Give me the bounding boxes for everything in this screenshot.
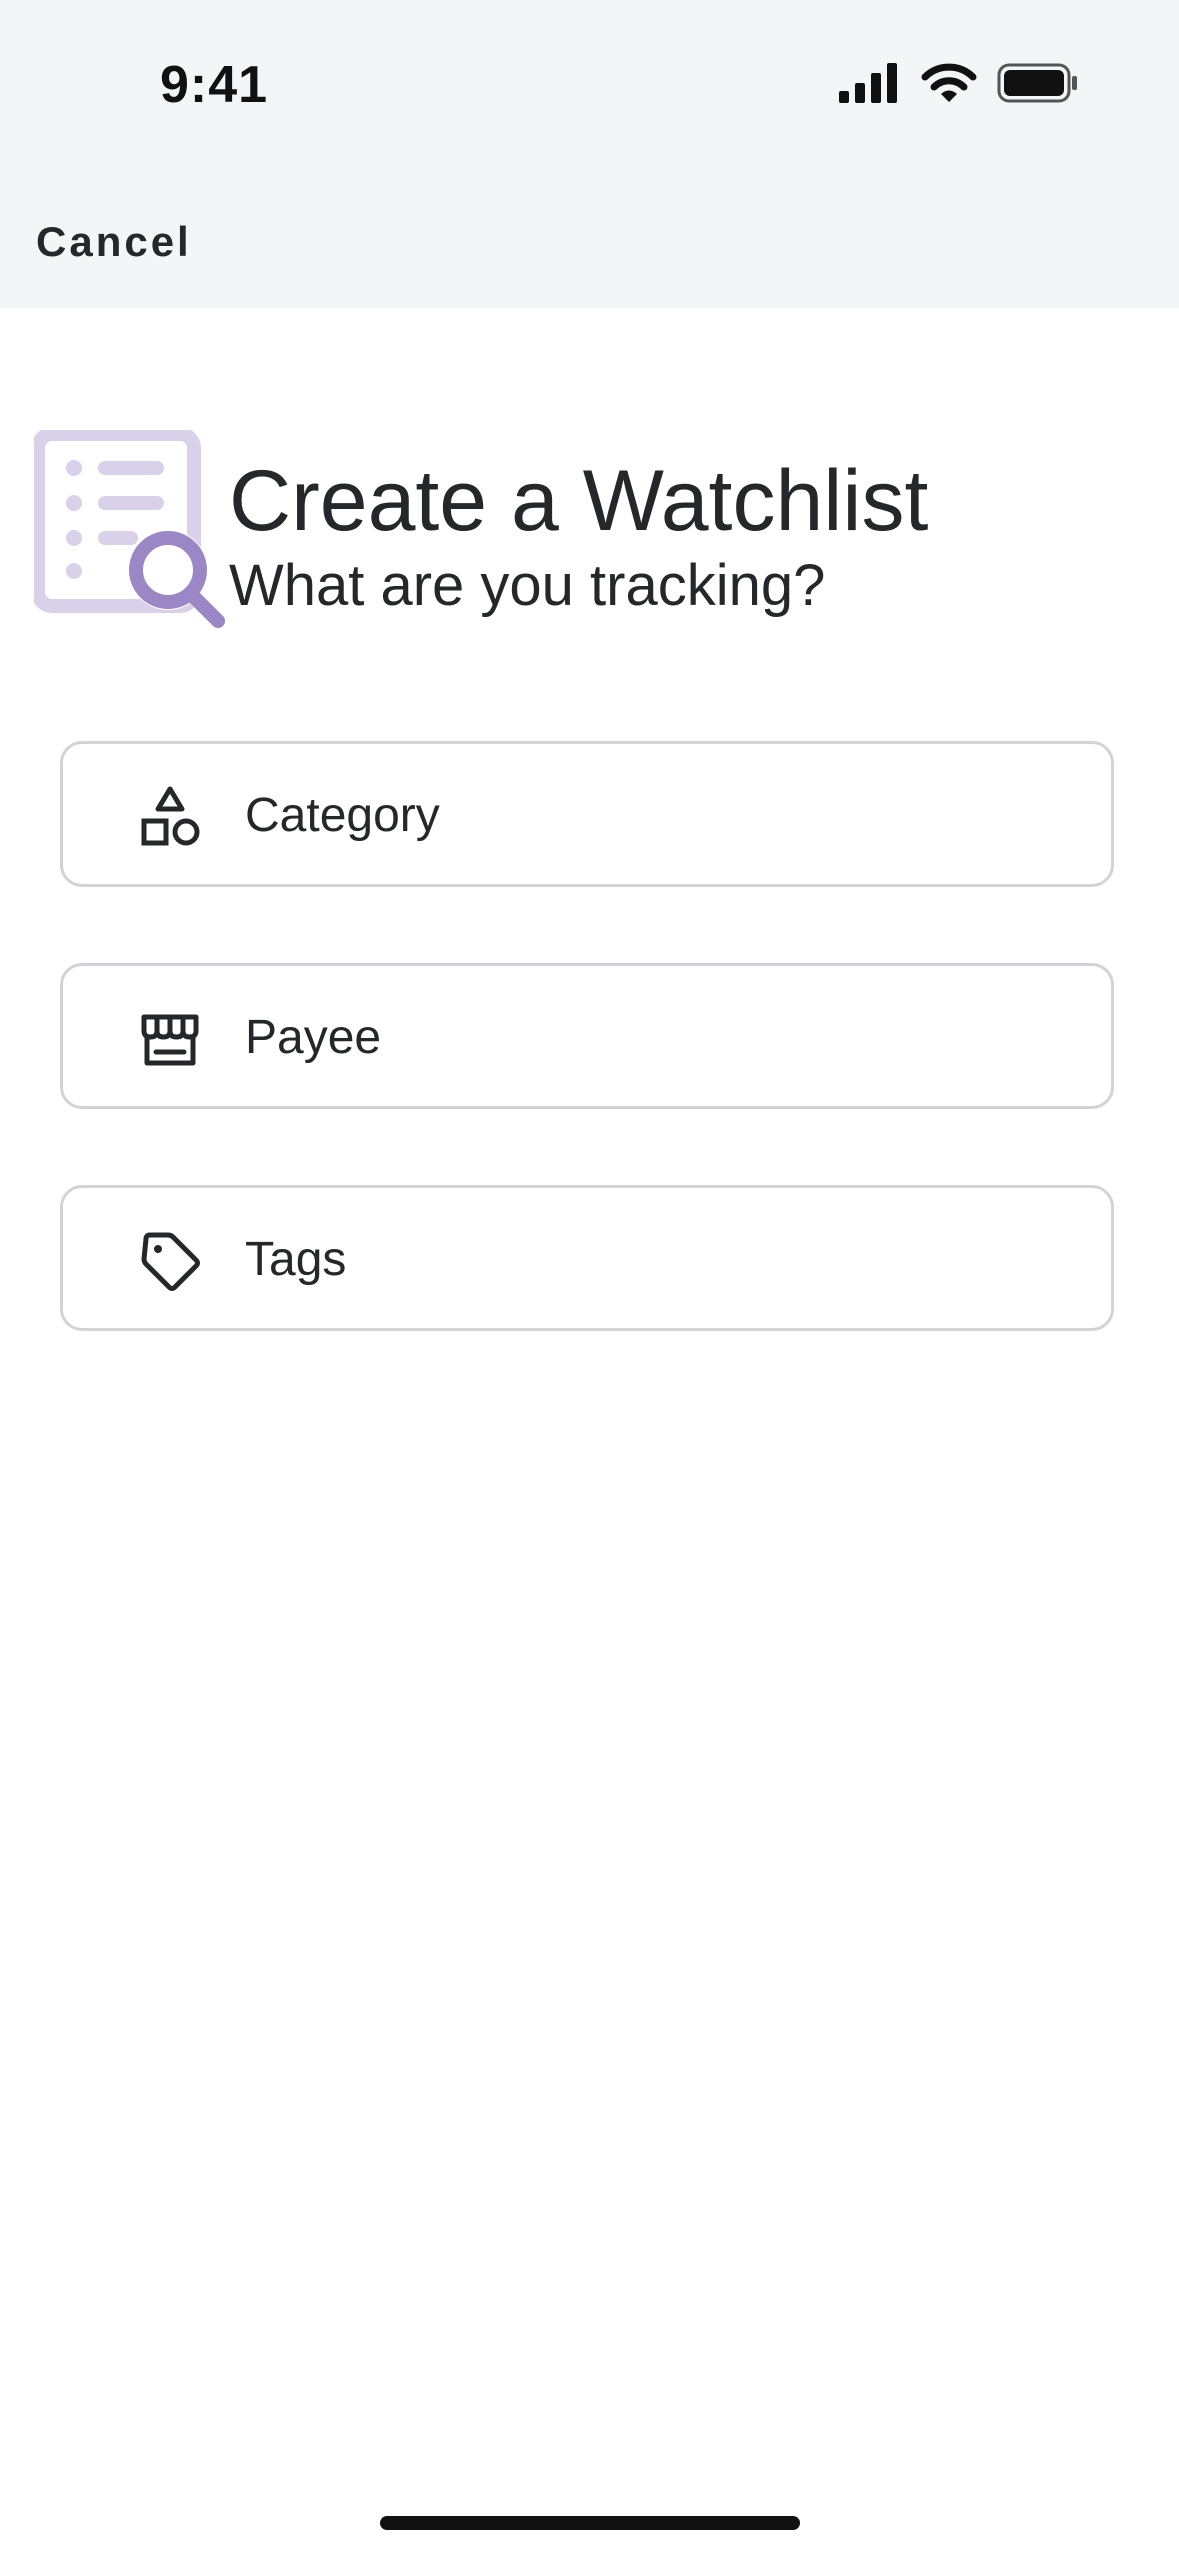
status-time: 9:41 bbox=[160, 56, 269, 114]
option-label: Payee bbox=[245, 1011, 382, 1064]
cancel-button[interactable]: Cancel bbox=[36, 218, 192, 266]
option-category-button[interactable]: Category bbox=[60, 741, 1114, 887]
watchlist-search-icon bbox=[34, 430, 225, 628]
home-indicator[interactable] bbox=[380, 2516, 800, 2530]
option-label: Tags bbox=[245, 1233, 347, 1286]
status-icons bbox=[839, 62, 1079, 104]
option-payee-button[interactable]: Payee bbox=[60, 963, 1114, 1109]
shapes-icon bbox=[141, 786, 200, 846]
wifi-icon bbox=[921, 63, 977, 102]
page-title: Create a Watchlist bbox=[229, 453, 929, 549]
top-bar: 9:41 Cancel bbox=[0, 0, 1179, 308]
option-tags-button[interactable]: Tags bbox=[60, 1185, 1114, 1331]
cellular-signal-icon bbox=[839, 63, 897, 103]
hero-section: Create a Watchlist What are you tracking… bbox=[34, 430, 1134, 630]
storefront-icon bbox=[141, 1014, 199, 1066]
page-subtitle: What are you tracking? bbox=[229, 553, 826, 618]
battery-icon bbox=[997, 63, 1077, 103]
tag-icon bbox=[141, 1232, 200, 1291]
option-label: Category bbox=[245, 789, 440, 842]
